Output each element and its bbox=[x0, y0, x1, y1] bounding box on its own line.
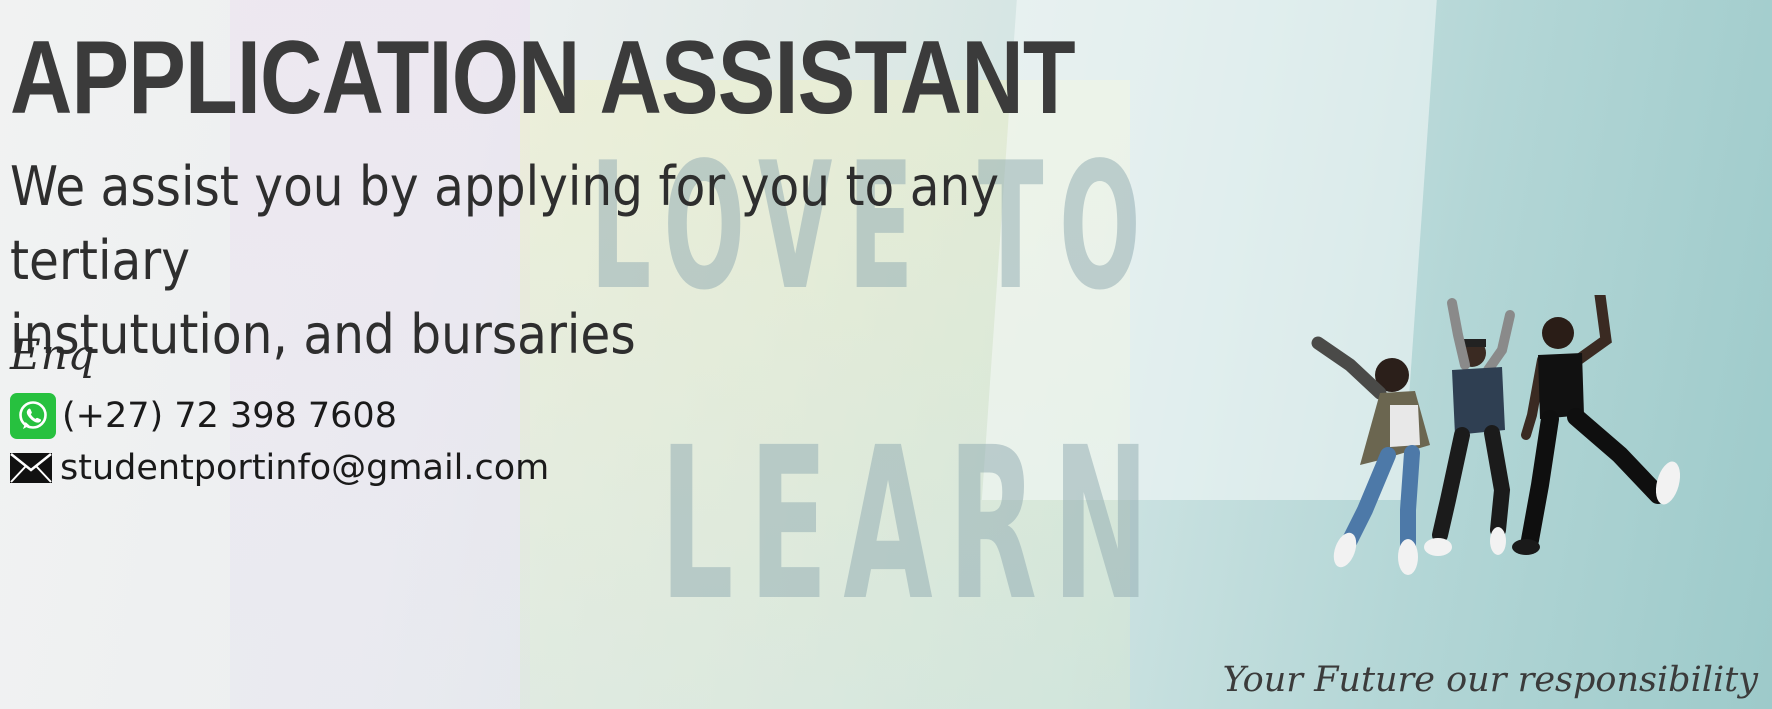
phone-contact[interactable]: (+27) 72 398 7608 bbox=[10, 393, 397, 439]
tagline-line-2: instutution, and bursaries bbox=[10, 303, 636, 366]
student-figure-right bbox=[1512, 289, 1681, 555]
tagline-line-1: We assist you by applying for you to any… bbox=[10, 155, 1000, 292]
phone-number: (+27) 72 398 7608 bbox=[62, 396, 397, 436]
email-contact[interactable]: studentportinfo@gmail.com bbox=[10, 448, 549, 488]
tagline: We assist you by applying for you to any… bbox=[10, 150, 1072, 372]
background-text-learn: LEARN bbox=[660, 402, 1165, 647]
slogan: Your Future our responsibility bbox=[1222, 660, 1758, 700]
student-figure-left bbox=[1311, 336, 1430, 575]
student-figure-middle bbox=[1424, 298, 1515, 556]
envelope-icon bbox=[10, 453, 52, 483]
whatsapp-icon bbox=[10, 393, 56, 439]
jumping-students-image bbox=[1240, 289, 1720, 655]
email-address: studentportinfo@gmail.com bbox=[60, 448, 550, 488]
page-title: APPLICATION ASSISTANT bbox=[10, 20, 1076, 136]
enquiries-label: Enq bbox=[10, 330, 95, 379]
